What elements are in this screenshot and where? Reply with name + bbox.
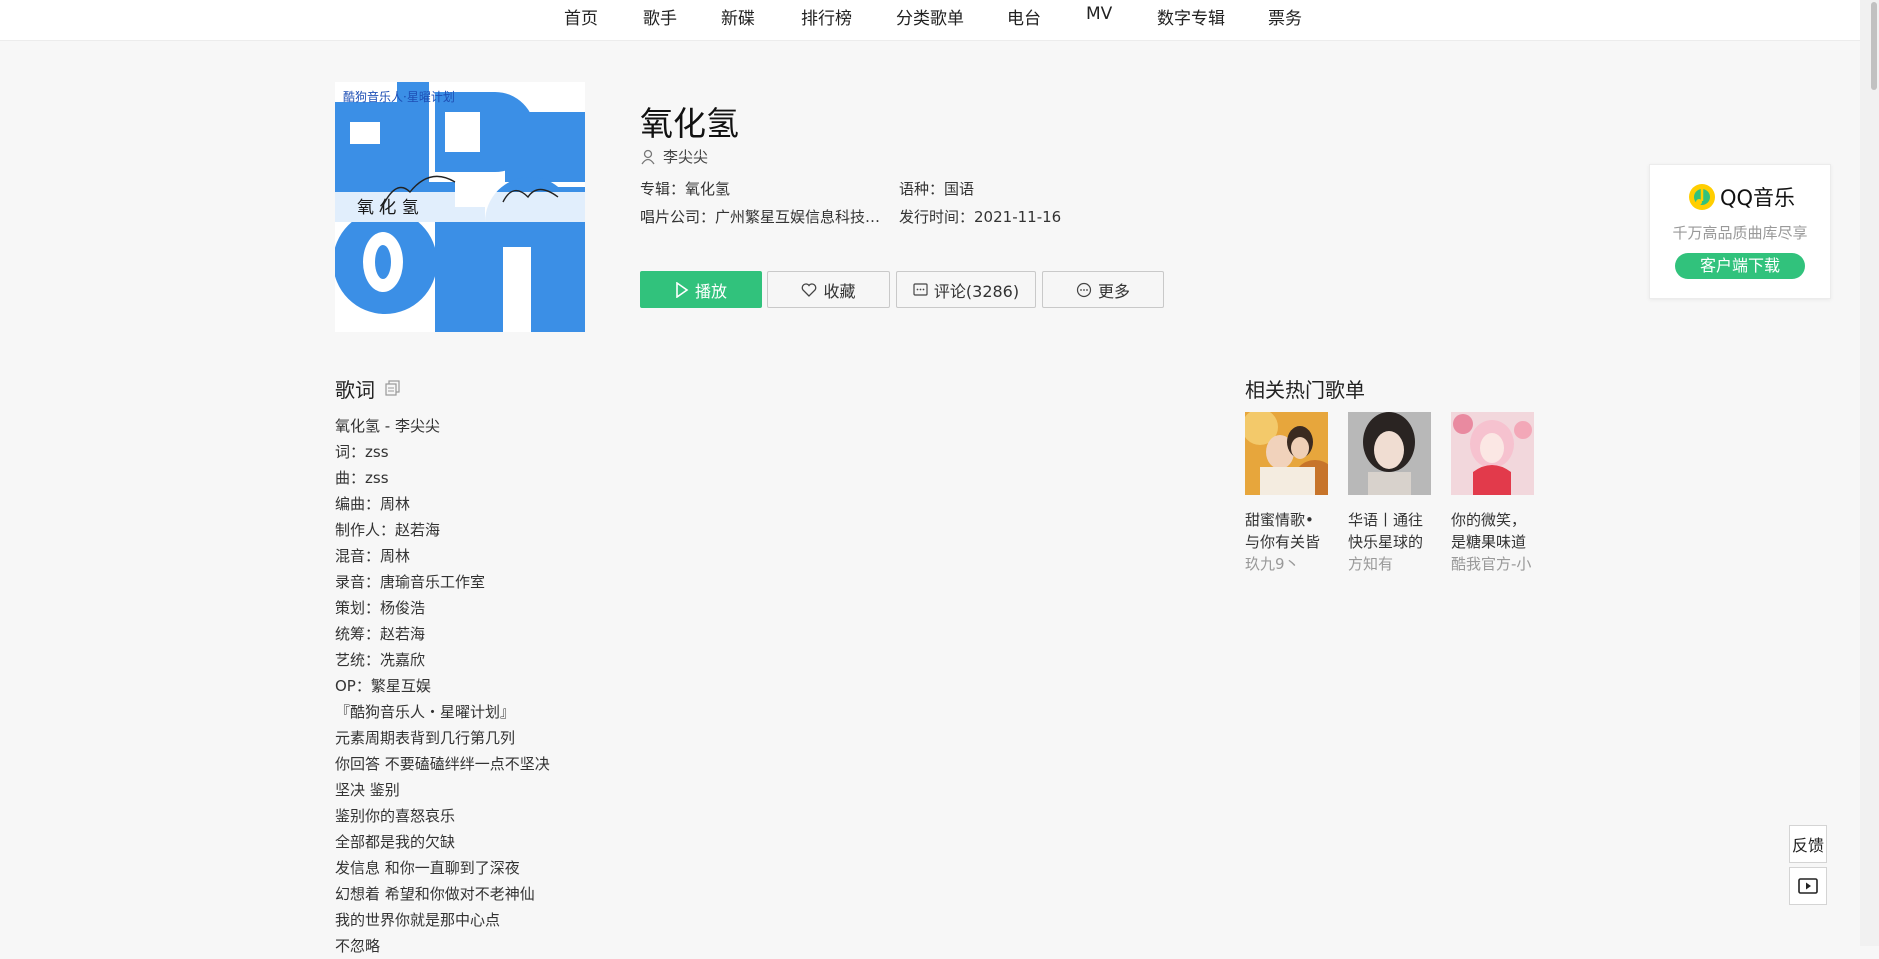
album-cover-art: 氧 化 氢 bbox=[335, 82, 585, 332]
lyric-line: 鉴别你的喜怒哀乐 bbox=[335, 807, 456, 825]
lyric-line: 词：zss bbox=[335, 443, 389, 461]
release-info: 发行时间：2021-11-16 bbox=[899, 206, 1061, 227]
comment-label: 评论(3286) bbox=[933, 281, 1020, 301]
more-button[interactable]: 更多 bbox=[1042, 271, 1164, 308]
singer-name[interactable]: 李尖尖 bbox=[663, 146, 708, 167]
heart-icon bbox=[802, 282, 817, 297]
play-label: 播放 bbox=[694, 281, 727, 301]
playlist-creator[interactable]: 酷我官方-小 bbox=[1451, 553, 1534, 574]
comment-icon bbox=[913, 282, 928, 296]
feedback-label: 反馈 bbox=[1791, 836, 1824, 855]
lyric-line: 策划：杨俊浩 bbox=[335, 599, 426, 617]
user-icon bbox=[641, 149, 655, 165]
lyric-line: 你回答 不要磕磕绊绊一点不坚决 bbox=[335, 755, 550, 773]
playlist-creator[interactable]: 方知有 bbox=[1348, 553, 1431, 574]
album-label: 专辑： bbox=[640, 180, 686, 198]
nav-item-mv[interactable]: MV bbox=[1086, 4, 1112, 24]
lyric-line: 元素周期表背到几行第几列 bbox=[335, 729, 516, 747]
nav-item-radio[interactable]: 电台 bbox=[1007, 4, 1041, 29]
playlist-cover[interactable] bbox=[1245, 412, 1328, 495]
favorite-button[interactable]: 收藏 bbox=[767, 271, 890, 308]
video-button[interactable] bbox=[1789, 867, 1827, 905]
playlist-cover[interactable] bbox=[1451, 412, 1534, 495]
playlist-card[interactable]: 甜蜜情歌•与你有关皆是浪漫 玖九9丶 bbox=[1245, 412, 1329, 574]
lyric-line: 『酷狗音乐人・星曜计划』 bbox=[335, 703, 516, 721]
playlist-cover[interactable] bbox=[1348, 412, 1431, 495]
company-label: 唱片公司： bbox=[640, 208, 716, 226]
release-date: 2021-11-16 bbox=[974, 208, 1062, 226]
company-info: 唱片公司：广州繁星互娱信息科技有限公司 bbox=[640, 206, 885, 227]
favorite-label: 收藏 bbox=[823, 281, 856, 301]
company-value: 广州繁星互娱信息科技有限公司 bbox=[715, 208, 885, 226]
playlist-cover-image bbox=[1348, 412, 1431, 495]
lyric-line: 发信息 和你一直聊到了深夜 bbox=[335, 859, 520, 877]
lyric-line: 不忽略 bbox=[335, 937, 381, 955]
lyric-line: 幻想着 希望和你做对不老神仙 bbox=[335, 885, 535, 903]
client-download-button[interactable]: 客户端下载 bbox=[1675, 253, 1805, 279]
qq-music-slogan: 千万高品质曲库尽享 bbox=[1672, 224, 1808, 242]
nav-item-home[interactable]: 首页 bbox=[564, 4, 598, 29]
playlist-cover-image bbox=[1451, 412, 1534, 495]
lyric-line: 统筹：赵若海 bbox=[335, 625, 426, 643]
cover-art-text: 氧 化 氢 bbox=[357, 198, 419, 218]
language-label: 语种： bbox=[899, 180, 945, 198]
album-info: 专辑：氧化氢 bbox=[640, 178, 730, 199]
playlist-cover-image bbox=[1245, 412, 1328, 495]
nav-item-digital-album[interactable]: 数字专辑 bbox=[1157, 4, 1225, 29]
related-playlists-title: 相关热门歌单 bbox=[1245, 378, 1365, 402]
lyric-line: OP：繁星互娱 bbox=[335, 677, 431, 695]
release-label: 发行时间： bbox=[899, 208, 975, 226]
lyric-line: 制作人：赵若海 bbox=[335, 521, 441, 539]
feedback-button[interactable]: 反馈 bbox=[1789, 825, 1827, 863]
nav-item-new-album[interactable]: 新碟 bbox=[721, 4, 755, 29]
playlist-card[interactable]: 华语丨通往快乐星球的方向 方知有 bbox=[1348, 412, 1432, 574]
playlist-creator[interactable]: 玖九9丶 bbox=[1245, 553, 1328, 574]
language-info: 语种：国语 bbox=[899, 178, 974, 199]
lyric-line: 编曲：周林 bbox=[335, 495, 411, 513]
playlist-card[interactable]: 你的微笑，是糖果味道 酷我官方-小 bbox=[1451, 412, 1535, 574]
lyrics-title-text: 歌词 bbox=[335, 378, 375, 402]
album-link[interactable]: 氧化氢 bbox=[685, 180, 730, 198]
playlist-name[interactable]: 你的微笑，是糖果味道 bbox=[1451, 509, 1534, 553]
nav-item-tickets[interactable]: 票务 bbox=[1268, 4, 1302, 29]
lyrics-content: 氧化氢 - 李尖尖 词：zss 曲：zss 编曲：周林 制作人：赵若海 混音：周… bbox=[335, 413, 835, 959]
lyric-line: 曲：zss bbox=[335, 469, 389, 487]
scrollbar[interactable] bbox=[1860, 0, 1879, 946]
playlist-name[interactable]: 甜蜜情歌•与你有关皆是浪漫 bbox=[1245, 509, 1328, 553]
album-cover[interactable]: 氧 化 氢 酷狗音乐人·星曜计划 bbox=[335, 82, 585, 332]
qq-music-promo: QQ音乐 千万高品质曲库尽享 客户端下载 bbox=[1649, 164, 1831, 299]
comment-button[interactable]: 评论(3286) bbox=[896, 271, 1036, 308]
play-icon bbox=[676, 281, 689, 298]
lyric-line: 坚决 鉴别 bbox=[335, 781, 400, 799]
lyric-line: 全部都是我的欠缺 bbox=[335, 833, 456, 851]
play-button[interactable]: 播放 bbox=[640, 271, 762, 308]
playlist-name[interactable]: 华语丨通往快乐星球的方向 bbox=[1348, 509, 1431, 553]
lyric-line: 我的世界你就是那中心点 bbox=[335, 911, 501, 929]
nav-item-singer[interactable]: 歌手 bbox=[643, 4, 677, 29]
top-navigation: 首页 歌手 新碟 排行榜 分类歌单 电台 MV 数字专辑 票务 bbox=[0, 0, 1860, 41]
scrollbar-thumb[interactable] bbox=[1871, 2, 1877, 90]
lyric-line: 混音：周林 bbox=[335, 547, 411, 565]
lyric-line: 氧化氢 - 李尖尖 bbox=[335, 417, 440, 435]
copy-icon[interactable] bbox=[385, 380, 401, 396]
nav-item-category-playlist[interactable]: 分类歌单 bbox=[896, 4, 964, 29]
qq-music-brand: QQ音乐 bbox=[1720, 186, 1796, 210]
lyrics-title: 歌词 bbox=[335, 374, 375, 403]
nav-item-charts[interactable]: 排行榜 bbox=[801, 4, 852, 29]
more-label: 更多 bbox=[1097, 281, 1130, 301]
cover-caption: 酷狗音乐人·星曜计划 bbox=[343, 90, 455, 104]
more-icon bbox=[1076, 282, 1092, 297]
lyric-line: 录音：唐瑜音乐工作室 bbox=[335, 573, 486, 591]
qq-music-logo: QQ音乐 bbox=[1688, 182, 1795, 212]
song-title: 氧化氢 bbox=[640, 104, 739, 143]
language-value: 国语 bbox=[944, 180, 975, 198]
video-play-icon bbox=[1798, 878, 1818, 894]
lyric-line: 艺统：冼嘉欣 bbox=[335, 651, 426, 669]
qq-music-icon bbox=[1689, 184, 1715, 210]
